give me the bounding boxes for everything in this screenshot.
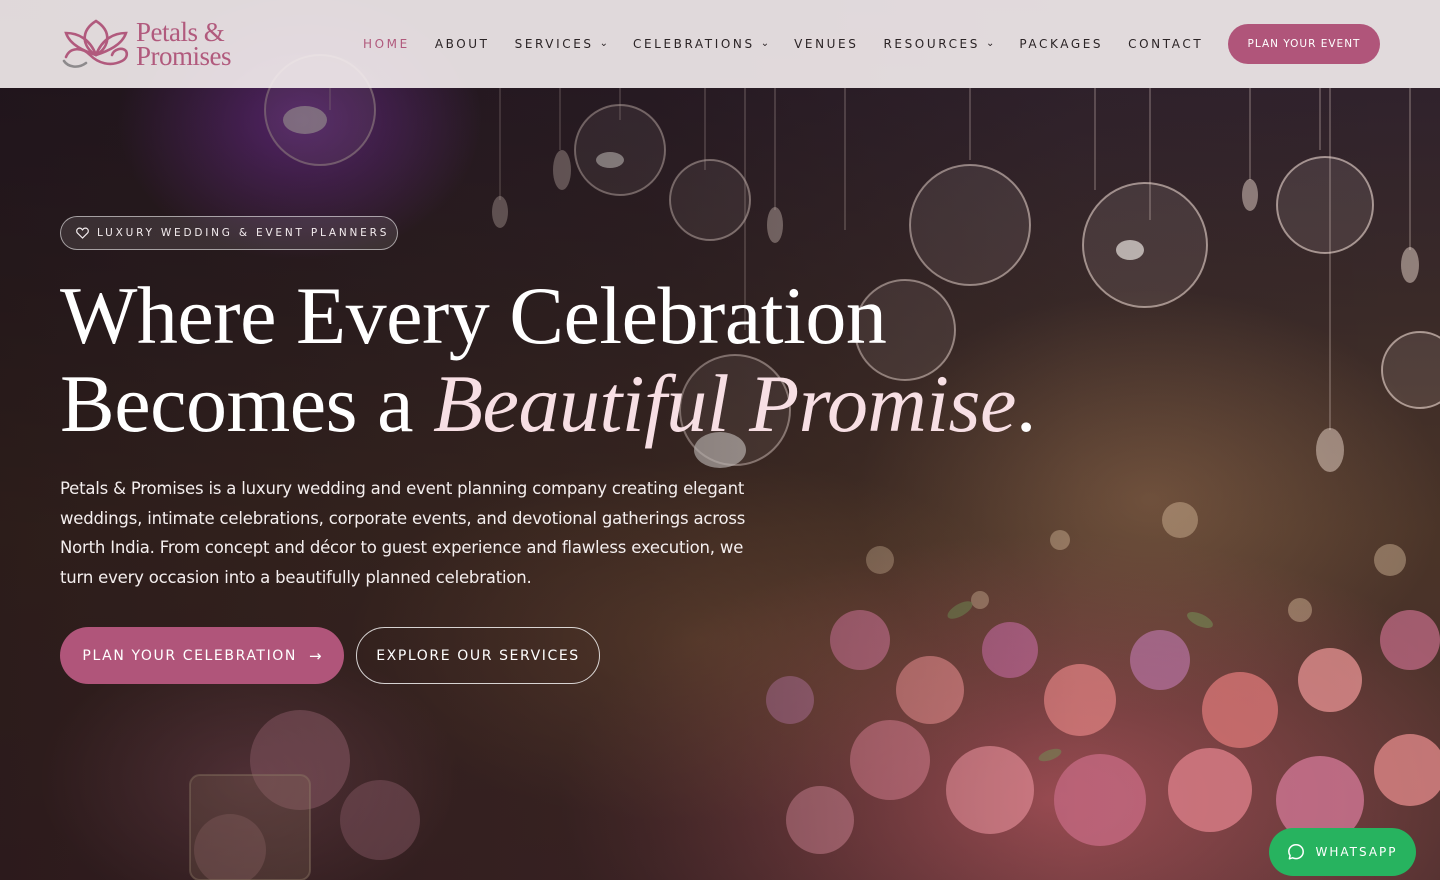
nav-item-label: RESOURCES	[883, 37, 980, 51]
explore-our-services-button[interactable]: EXPLORE OUR SERVICES	[356, 627, 600, 684]
plan-your-celebration-button[interactable]: PLAN YOUR CELEBRATION →	[60, 627, 344, 684]
whatsapp-label: WHATSAPP	[1315, 845, 1398, 859]
nav-item-label: ABOUT	[434, 37, 490, 51]
lotus-logo-icon	[62, 19, 129, 68]
site-header: Petals & Promises HOME ABOUT SERVICES ⌄ …	[0, 0, 1440, 88]
chat-bubble-icon	[1288, 844, 1305, 860]
hero-headline-line2-prefix: Becomes a	[60, 358, 433, 449]
hero-badge-label: LUXURY WEDDING & EVENT PLANNERS	[97, 227, 390, 239]
nav-item-label: CELEBRATIONS	[633, 37, 755, 51]
hero-headline-line1: Where Every Celebration	[60, 270, 887, 361]
nav-item-celebrations[interactable]: CELEBRATIONS ⌄	[633, 37, 769, 51]
chevron-down-icon: ⌄	[760, 37, 770, 49]
hero-description: Petals & Promises is a luxury wedding an…	[60, 479, 746, 587]
whatsapp-button[interactable]: WHATSAPP	[1269, 828, 1416, 876]
nav-item-label: SERVICES	[514, 37, 594, 51]
nav-item-about[interactable]: ABOUT	[435, 37, 490, 51]
plan-your-event-button[interactable]: PLAN YOUR EVENT	[1228, 24, 1380, 64]
hero-headline-emphasis: Beautiful Promise	[432, 358, 1016, 449]
nav-item-label: HOME	[363, 37, 410, 51]
explore-our-services-label: EXPLORE OUR SERVICES	[376, 647, 580, 664]
logo[interactable]: Petals & Promises	[60, 14, 290, 74]
nav-item-venues[interactable]: VENUES	[794, 37, 858, 51]
nav-item-label: PACKAGES	[1019, 37, 1104, 51]
hero-badge: LUXURY WEDDING & EVENT PLANNERS	[60, 216, 398, 250]
nav-item-packages[interactable]: PACKAGES	[1019, 37, 1103, 51]
main-nav: HOME ABOUT SERVICES ⌄ CELEBRATIONS ⌄ VEN…	[363, 0, 1228, 88]
chevron-down-icon: ⌄	[599, 37, 609, 49]
nav-item-label: CONTACT	[1128, 37, 1204, 51]
chevron-down-icon: ⌄	[985, 37, 995, 49]
nav-item-resources[interactable]: RESOURCES ⌄	[883, 37, 994, 51]
nav-item-services[interactable]: SERVICES ⌄	[515, 37, 608, 51]
arrow-right-icon: →	[309, 646, 322, 665]
plan-your-celebration-label: PLAN YOUR CELEBRATION	[82, 647, 297, 664]
brand-name: Petals & Promises	[136, 19, 232, 71]
nav-item-label: VENUES	[794, 37, 859, 51]
hero-headline-line2-suffix: .	[1015, 358, 1037, 449]
brand-name-line2: Promises	[136, 41, 232, 71]
hero-headline: Where Every Celebration Becomes a Beauti…	[60, 272, 1160, 448]
nav-item-home[interactable]: HOME	[363, 37, 410, 51]
nav-item-contact[interactable]: CONTACT	[1128, 37, 1203, 51]
heart-icon	[76, 227, 89, 239]
